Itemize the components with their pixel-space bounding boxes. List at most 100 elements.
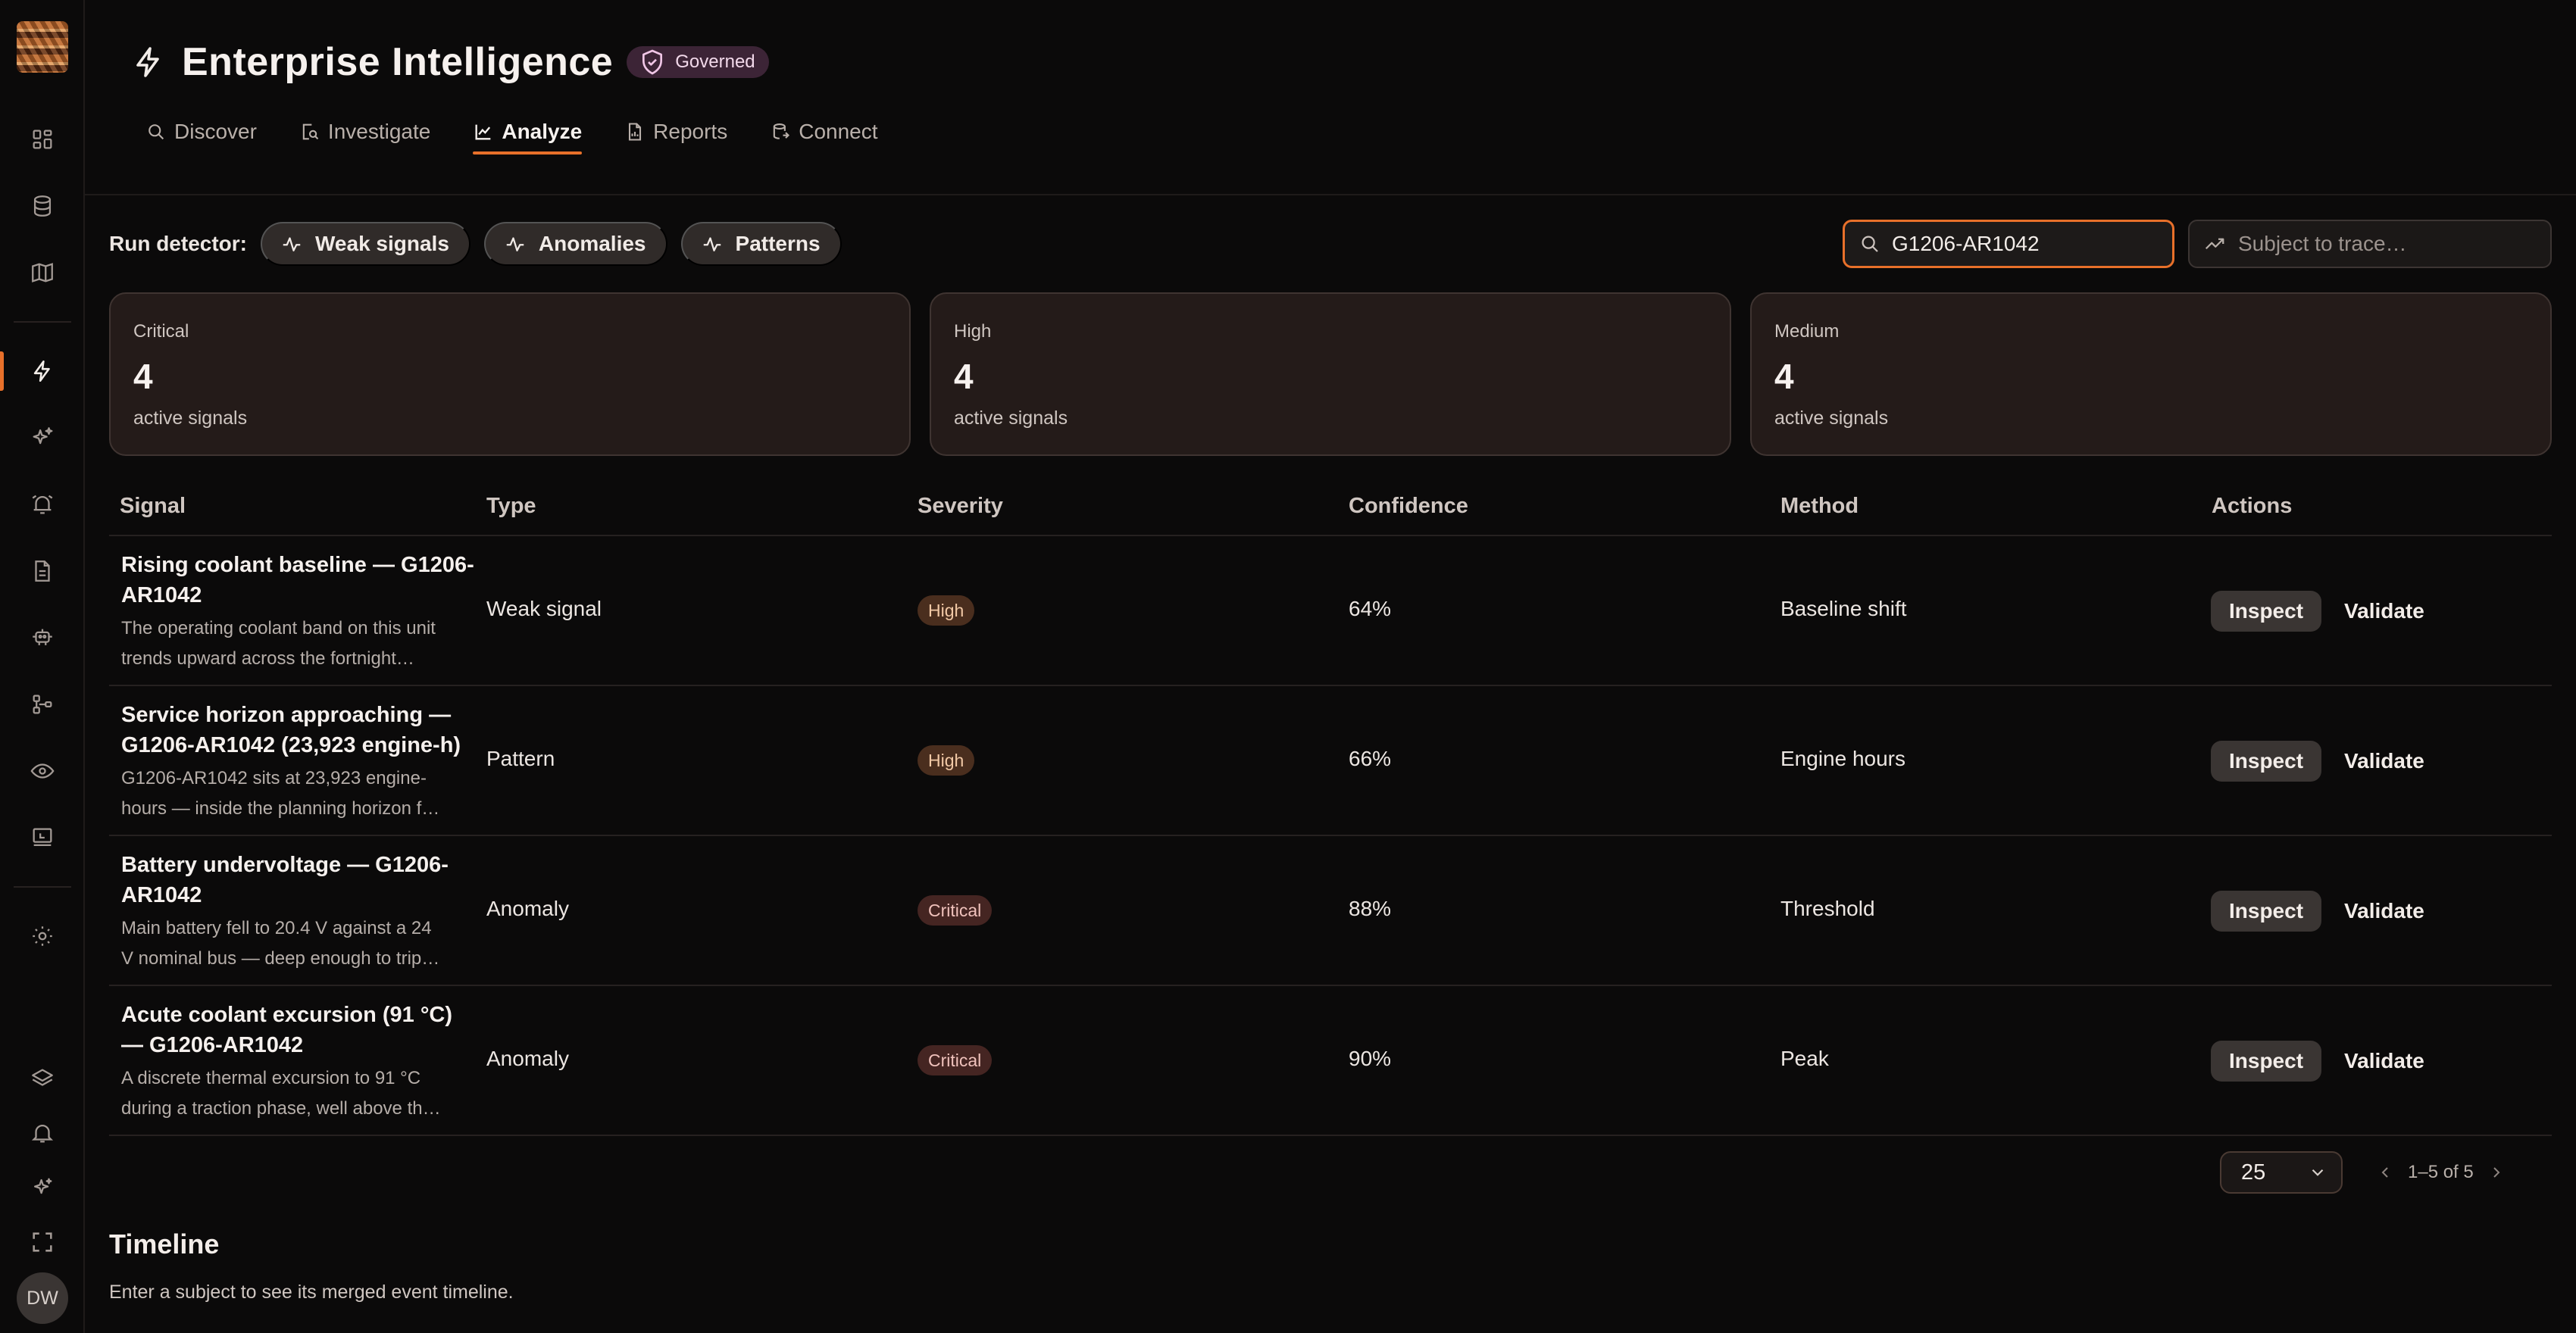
fullscreen-icon[interactable]: [0, 1215, 85, 1269]
inspect-button[interactable]: Inspect: [2211, 1041, 2322, 1082]
monitor-icon[interactable]: [0, 810, 85, 865]
button-label: Anomalies: [538, 232, 646, 255]
tab-reports[interactable]: Reports: [624, 111, 727, 153]
column-header-confidence[interactable]: Confidence: [1349, 494, 1468, 519]
card-value: 4: [954, 357, 974, 396]
app-root: DW Enterprise Intelligence Governed Disc…: [0, 0, 2576, 1333]
chevron-left-icon[interactable]: [2376, 1163, 2394, 1182]
column-header-type[interactable]: Type: [486, 494, 536, 519]
governed-badge-label: Governed: [675, 52, 755, 72]
critical-summary-card: Critical 4 active signals: [109, 292, 911, 456]
pager: 1–5 of 5: [2376, 1154, 2506, 1191]
chevron-right-icon[interactable]: [2487, 1163, 2506, 1182]
search-input[interactable]: [1892, 232, 2165, 256]
title-row: Enterprise Intelligence Governed: [130, 39, 769, 85]
type-cell: Weak signal: [486, 597, 602, 620]
validate-button[interactable]: Validate: [2329, 741, 2440, 782]
timeline-title: Timeline: [109, 1228, 220, 1260]
tab-label: Discover: [174, 120, 257, 143]
search-icon: [1862, 236, 1878, 252]
signal-description: G1206-AR1042 sits at 23,923 engine-hours…: [121, 768, 438, 819]
button-label: Weak signals: [315, 232, 449, 255]
eye-icon[interactable]: [0, 744, 85, 798]
column-header-method[interactable]: Method: [1780, 494, 1859, 519]
card-label: High: [954, 321, 992, 342]
table-row[interactable]: Battery undervoltage — G1206-AR1042 Main…: [109, 836, 2552, 986]
patterns-button[interactable]: Patterns: [680, 222, 842, 266]
bell-icon[interactable]: [0, 1106, 85, 1160]
table-row[interactable]: Service horizon approaching — G1206-AR10…: [109, 686, 2552, 836]
page-range: 1–5 of 5: [2408, 1162, 2474, 1182]
severity-cell: Critical: [918, 1045, 993, 1075]
layers-icon[interactable]: [0, 1051, 85, 1106]
severity-badge: Critical: [918, 895, 993, 926]
shield-check-icon: [642, 49, 663, 75]
signal-cell: Acute coolant excursion (91 °C) — G1206-…: [121, 1000, 477, 1124]
tab-label: Analyze: [502, 120, 583, 143]
page-size-value: 25: [2241, 1160, 2266, 1185]
tab-connect[interactable]: Connect: [770, 111, 878, 153]
table-row[interactable]: Rising coolant baseline — G1206-AR1042 T…: [109, 536, 2552, 686]
robot-icon[interactable]: [0, 610, 85, 665]
column-header-severity[interactable]: Severity: [918, 494, 1003, 519]
timeline-subtitle: Enter a subject to see its merged event …: [109, 1281, 514, 1303]
table-header: Signal Type Severity Confidence Method A…: [109, 479, 2552, 536]
severity-badge: High: [918, 745, 975, 776]
validate-button[interactable]: Validate: [2329, 1041, 2440, 1082]
severity-cell: High: [918, 745, 975, 776]
confidence-cell: 88%: [1349, 897, 1392, 920]
sparkles-icon[interactable]: [0, 411, 85, 465]
app-logo[interactable]: [17, 21, 68, 73]
card-label: Medium: [1774, 321, 1840, 342]
chevron-down-icon: [2312, 1169, 2324, 1176]
confidence-cell: 64%: [1349, 597, 1392, 620]
inspect-button[interactable]: Inspect: [2211, 591, 2322, 632]
confidence-cell: 66%: [1349, 747, 1392, 770]
gear-icon[interactable]: [0, 909, 85, 963]
type-cell: Pattern: [486, 747, 555, 770]
pulse-icon: [506, 237, 524, 251]
sparkle-icon[interactable]: [0, 1160, 85, 1215]
document-icon[interactable]: [0, 544, 85, 598]
report-icon: [629, 123, 642, 141]
alarm-icon[interactable]: [0, 477, 85, 532]
weak-signals-button[interactable]: Weak signals: [261, 222, 470, 266]
card-subtitle: active signals: [133, 407, 248, 429]
card-subtitle: active signals: [954, 407, 1068, 429]
dashboard-icon[interactable]: [0, 112, 85, 167]
severity-cell: Critical: [918, 895, 993, 926]
database-icon[interactable]: [0, 179, 85, 233]
column-header-actions: Actions: [2212, 494, 2293, 518]
validate-button[interactable]: Validate: [2329, 591, 2440, 632]
bolt-icon[interactable]: [0, 344, 85, 398]
severity-cell: High: [918, 595, 975, 626]
signal-title: Acute coolant excursion (91 °C) — G1206-…: [121, 1003, 453, 1057]
user-avatar[interactable]: DW: [17, 1272, 68, 1324]
workflow-icon[interactable]: [0, 677, 85, 732]
tab-discover[interactable]: Discover: [145, 111, 257, 153]
confidence-cell: 90%: [1349, 1047, 1392, 1070]
page-size-select[interactable]: 25: [2220, 1151, 2343, 1194]
signal-title: Battery undervoltage — G1206-AR1042: [121, 853, 449, 907]
chart-icon: [475, 124, 491, 140]
pulse-icon: [283, 237, 301, 251]
actions-cell: Inspect Validate: [2211, 1041, 2440, 1082]
validate-button[interactable]: Validate: [2329, 891, 2440, 932]
trace-input[interactable]: [2238, 232, 2537, 256]
page-header: Enterprise Intelligence Governed Discove…: [85, 0, 2576, 195]
card-value: 4: [1774, 357, 1794, 396]
signal-cell: Service horizon approaching — G1206-AR10…: [121, 700, 477, 824]
inspect-button[interactable]: Inspect: [2211, 891, 2322, 932]
signal-cell: Rising coolant baseline — G1206-AR1042 T…: [121, 550, 477, 674]
anomalies-button[interactable]: Anomalies: [483, 222, 667, 266]
table-row[interactable]: Acute coolant excursion (91 °C) — G1206-…: [109, 986, 2552, 1136]
tab-investigate[interactable]: Investigate: [299, 111, 430, 153]
left-rail: DW: [0, 0, 85, 1333]
tab-label: Connect: [799, 120, 878, 143]
inspect-button[interactable]: Inspect: [2211, 741, 2322, 782]
main-tabs: Discover Investigate Analyze Reports Con…: [145, 111, 878, 155]
actions-cell: Inspect Validate: [2211, 891, 2440, 932]
map-icon[interactable]: [0, 245, 85, 300]
column-header-signal[interactable]: Signal: [120, 494, 186, 519]
tab-analyze[interactable]: Analyze: [473, 111, 583, 155]
